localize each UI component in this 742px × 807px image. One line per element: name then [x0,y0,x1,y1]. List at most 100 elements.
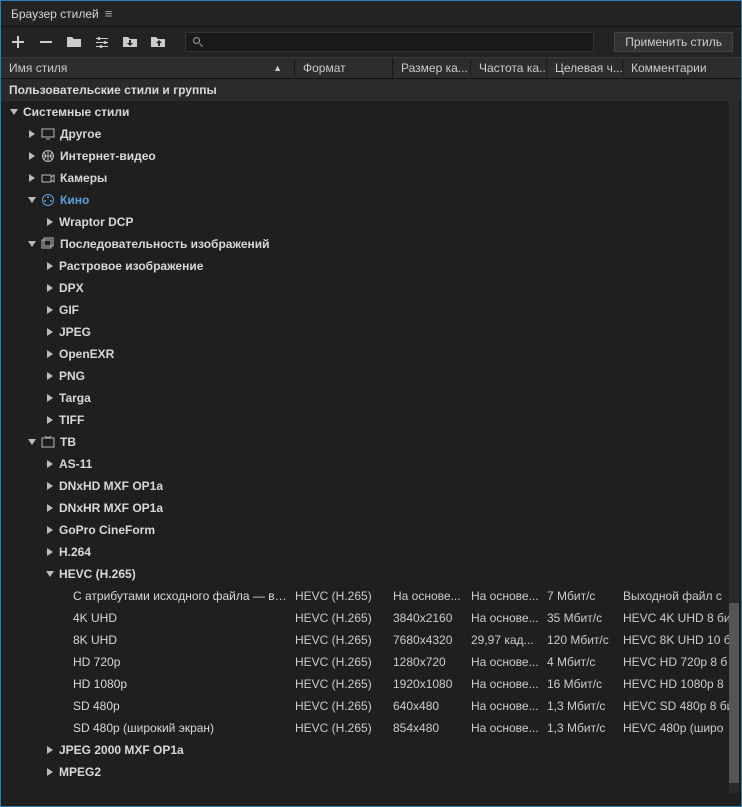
disclosure-arrow-icon[interactable] [45,415,55,425]
column-comment[interactable]: Комментарии [623,58,741,78]
tree-group-system-styles[interactable]: Системные стили [1,101,741,123]
tree-node-image-seq[interactable]: Последовательность изображений [1,233,741,255]
film-reel-icon [41,193,55,207]
disclosure-arrow-icon[interactable] [27,129,37,139]
column-name[interactable]: Имя стиля▲ [1,58,295,78]
preset-name: 8K UHD [73,633,117,647]
preset-frame-size: 1280x720 [393,655,471,669]
tree-group-user-styles[interactable]: Пользовательские стили и группы [1,79,741,101]
disclosure-arrow-icon[interactable] [45,371,55,381]
tv-icon [41,435,55,449]
tree-label: Кино [60,193,89,207]
column-format[interactable]: Формат [295,58,393,78]
tree-node-other[interactable]: Другое [1,123,741,145]
preset-row[interactable]: 8K UHDHEVC (H.265)7680x432029,97 кад...1… [1,629,741,651]
disclosure-arrow-icon[interactable] [45,305,55,315]
import-button[interactable] [121,33,139,51]
disclosure-arrow-icon[interactable] [45,217,55,227]
add-button[interactable] [9,33,27,51]
column-target-rate[interactable]: Целевая ч... [547,58,623,78]
tree-node-cameras[interactable]: Камеры [1,167,741,189]
disclosure-arrow-icon[interactable] [45,393,55,403]
tree-node-raster[interactable]: Растровое изображение [1,255,741,277]
preset-row[interactable]: SD 480pHEVC (H.265)640x480На основе...1,… [1,695,741,717]
settings-button[interactable] [93,33,111,51]
preset-frame-size: 640x480 [393,699,471,713]
disclosure-arrow-icon[interactable] [45,745,55,755]
disclosure-arrow-icon[interactable] [45,503,55,513]
new-folder-button[interactable] [65,33,83,51]
tree-node-png[interactable]: PNG [1,365,741,387]
disclosure-arrow-icon[interactable] [27,437,37,447]
disclosure-arrow-icon[interactable] [45,547,55,557]
preset-name: HD 1080p [73,677,127,691]
preset-row[interactable]: HD 1080pHEVC (H.265)1920x1080На основе..… [1,673,741,695]
tree-node-dnxhd[interactable]: DNxHD MXF OP1a [1,475,741,497]
tree-node-gopro[interactable]: GoPro CineForm [1,519,741,541]
disclosure-arrow-icon[interactable] [45,261,55,271]
tree-node-jpeg[interactable]: JPEG [1,321,741,343]
tree-node-dnxhr[interactable]: DNxHR MXF OP1a [1,497,741,519]
search-field[interactable] [185,32,594,52]
disclosure-arrow-icon[interactable] [45,327,55,337]
tree-node-tiff[interactable]: TIFF [1,409,741,431]
preset-row[interactable]: С атрибутами исходного файла — высо...HE… [1,585,741,607]
disclosure-arrow-icon[interactable] [27,195,37,205]
disclosure-arrow-icon[interactable] [9,107,19,117]
globe-icon [41,149,55,163]
column-frame-size[interactable]: Размер ка... [393,58,471,78]
tree-label: OpenEXR [59,347,114,361]
tree-node-internet-video[interactable]: Интернет-видео [1,145,741,167]
tree-node-mpeg2[interactable]: MPEG2 [1,761,741,783]
preset-tree: Пользовательские стили и группы Системны… [1,79,741,806]
column-frame-rate[interactable]: Частота ка... [471,58,547,78]
disclosure-arrow-icon[interactable] [45,349,55,359]
remove-button[interactable] [37,33,55,51]
tree-node-wraptor[interactable]: Wraptor DCP [1,211,741,233]
preset-frame-size: 1920x1080 [393,677,471,691]
tree-node-jpeg2000[interactable]: JPEG 2000 MXF OP1a [1,739,741,761]
tree-node-tv[interactable]: ТВ [1,431,741,453]
disclosure-arrow-icon[interactable] [45,569,55,579]
preset-row[interactable]: SD 480p (широкий экран)HEVC (H.265)854x4… [1,717,741,739]
preset-comment: HEVC 4K UHD 8 би [623,611,741,625]
export-button[interactable] [149,33,167,51]
preset-target-rate: 16 Мбит/с [547,677,623,691]
disclosure-arrow-icon[interactable] [45,767,55,777]
tree-label: Камеры [60,171,107,185]
panel-menu-icon[interactable]: ≡ [105,6,113,21]
disclosure-arrow-icon[interactable] [45,481,55,491]
scroll-thumb[interactable] [729,603,739,783]
disclosure-arrow-icon[interactable] [27,173,37,183]
tree-label: PNG [59,369,85,383]
preset-format: HEVC (H.265) [295,677,393,691]
preset-comment: HEVC 8K UHD 10 б [623,633,741,647]
preset-row[interactable]: 4K UHDHEVC (H.265)3840x2160На основе...3… [1,607,741,629]
preset-format: HEVC (H.265) [295,699,393,713]
preset-target-rate: 120 Мбит/с [547,633,623,647]
tree-node-as11[interactable]: AS-11 [1,453,741,475]
tree-node-openexr[interactable]: OpenEXR [1,343,741,365]
tree-label: DNxHD MXF OP1a [59,479,163,493]
columns-header: Имя стиля▲ Формат Размер ка... Частота к… [1,57,741,79]
tree-node-hevc[interactable]: HEVC (H.265) [1,563,741,585]
disclosure-arrow-icon[interactable] [27,151,37,161]
tree-node-h264[interactable]: H.264 [1,541,741,563]
apply-style-button[interactable]: Применить стиль [614,32,733,52]
preset-name: HD 720p [73,655,120,669]
vertical-scrollbar[interactable] [729,83,739,793]
preset-format: HEVC (H.265) [295,589,393,603]
tree-node-targa[interactable]: Targa [1,387,741,409]
preset-target-rate: 35 Мбит/с [547,611,623,625]
image-sequence-icon [41,237,55,251]
disclosure-arrow-icon[interactable] [27,239,37,249]
tree-node-cinema[interactable]: Кино [1,189,741,211]
preset-frame-size: На основе... [393,589,471,603]
disclosure-arrow-icon[interactable] [45,283,55,293]
tree-node-gif[interactable]: GIF [1,299,741,321]
search-input[interactable] [208,35,587,49]
preset-row[interactable]: HD 720pHEVC (H.265)1280x720На основе...4… [1,651,741,673]
disclosure-arrow-icon[interactable] [45,525,55,535]
disclosure-arrow-icon[interactable] [45,459,55,469]
tree-node-dpx[interactable]: DPX [1,277,741,299]
